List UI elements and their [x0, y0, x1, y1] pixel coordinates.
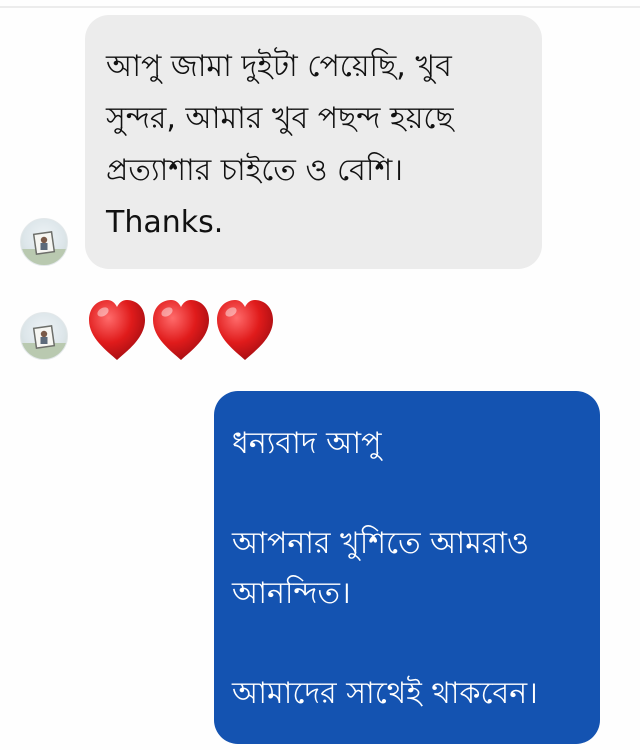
heart-icon	[85, 294, 149, 366]
incoming-message-bubble[interactable]: আপু জামা দুইটা পেয়েছি, খুব সুন্দর, আমার…	[85, 15, 542, 269]
avatar-photo-icon	[21, 324, 67, 359]
heart-reaction-message[interactable]	[85, 294, 277, 366]
sender-avatar[interactable]	[20, 218, 68, 266]
incoming-message-line: প্রত্যাশার চাইতে ও বেশি।	[106, 153, 403, 188]
outgoing-message-line: আপনার খুশিতে আমরাও	[232, 526, 530, 561]
heart-icon	[213, 294, 277, 366]
outgoing-message-line: আনন্দিত।	[232, 576, 351, 611]
outgoing-message-bubble[interactable]: ধন্যবাদ আপু আপনার খুশিতে আমরাও আনন্দিত। …	[214, 391, 600, 744]
sender-avatar[interactable]	[20, 312, 68, 360]
incoming-message-line: সুন্দর, আমার খুব পছন্দ হয়ছে	[106, 101, 454, 136]
outgoing-message-line: ধন্যবাদ আপু	[232, 426, 382, 461]
heart-icon	[149, 294, 213, 366]
incoming-message-line: Thanks.	[106, 205, 224, 240]
incoming-message-line: আপু জামা দুইটা পেয়েছি, খুব	[106, 49, 452, 84]
outgoing-message-line: আমাদের সাথেই থাকবেন।	[232, 676, 538, 711]
chat-thread: আপু জামা দুইটা পেয়েছি, খুব সুন্দর, আমার…	[0, 0, 640, 750]
avatar-photo-icon	[21, 230, 67, 265]
divider	[0, 6, 640, 8]
